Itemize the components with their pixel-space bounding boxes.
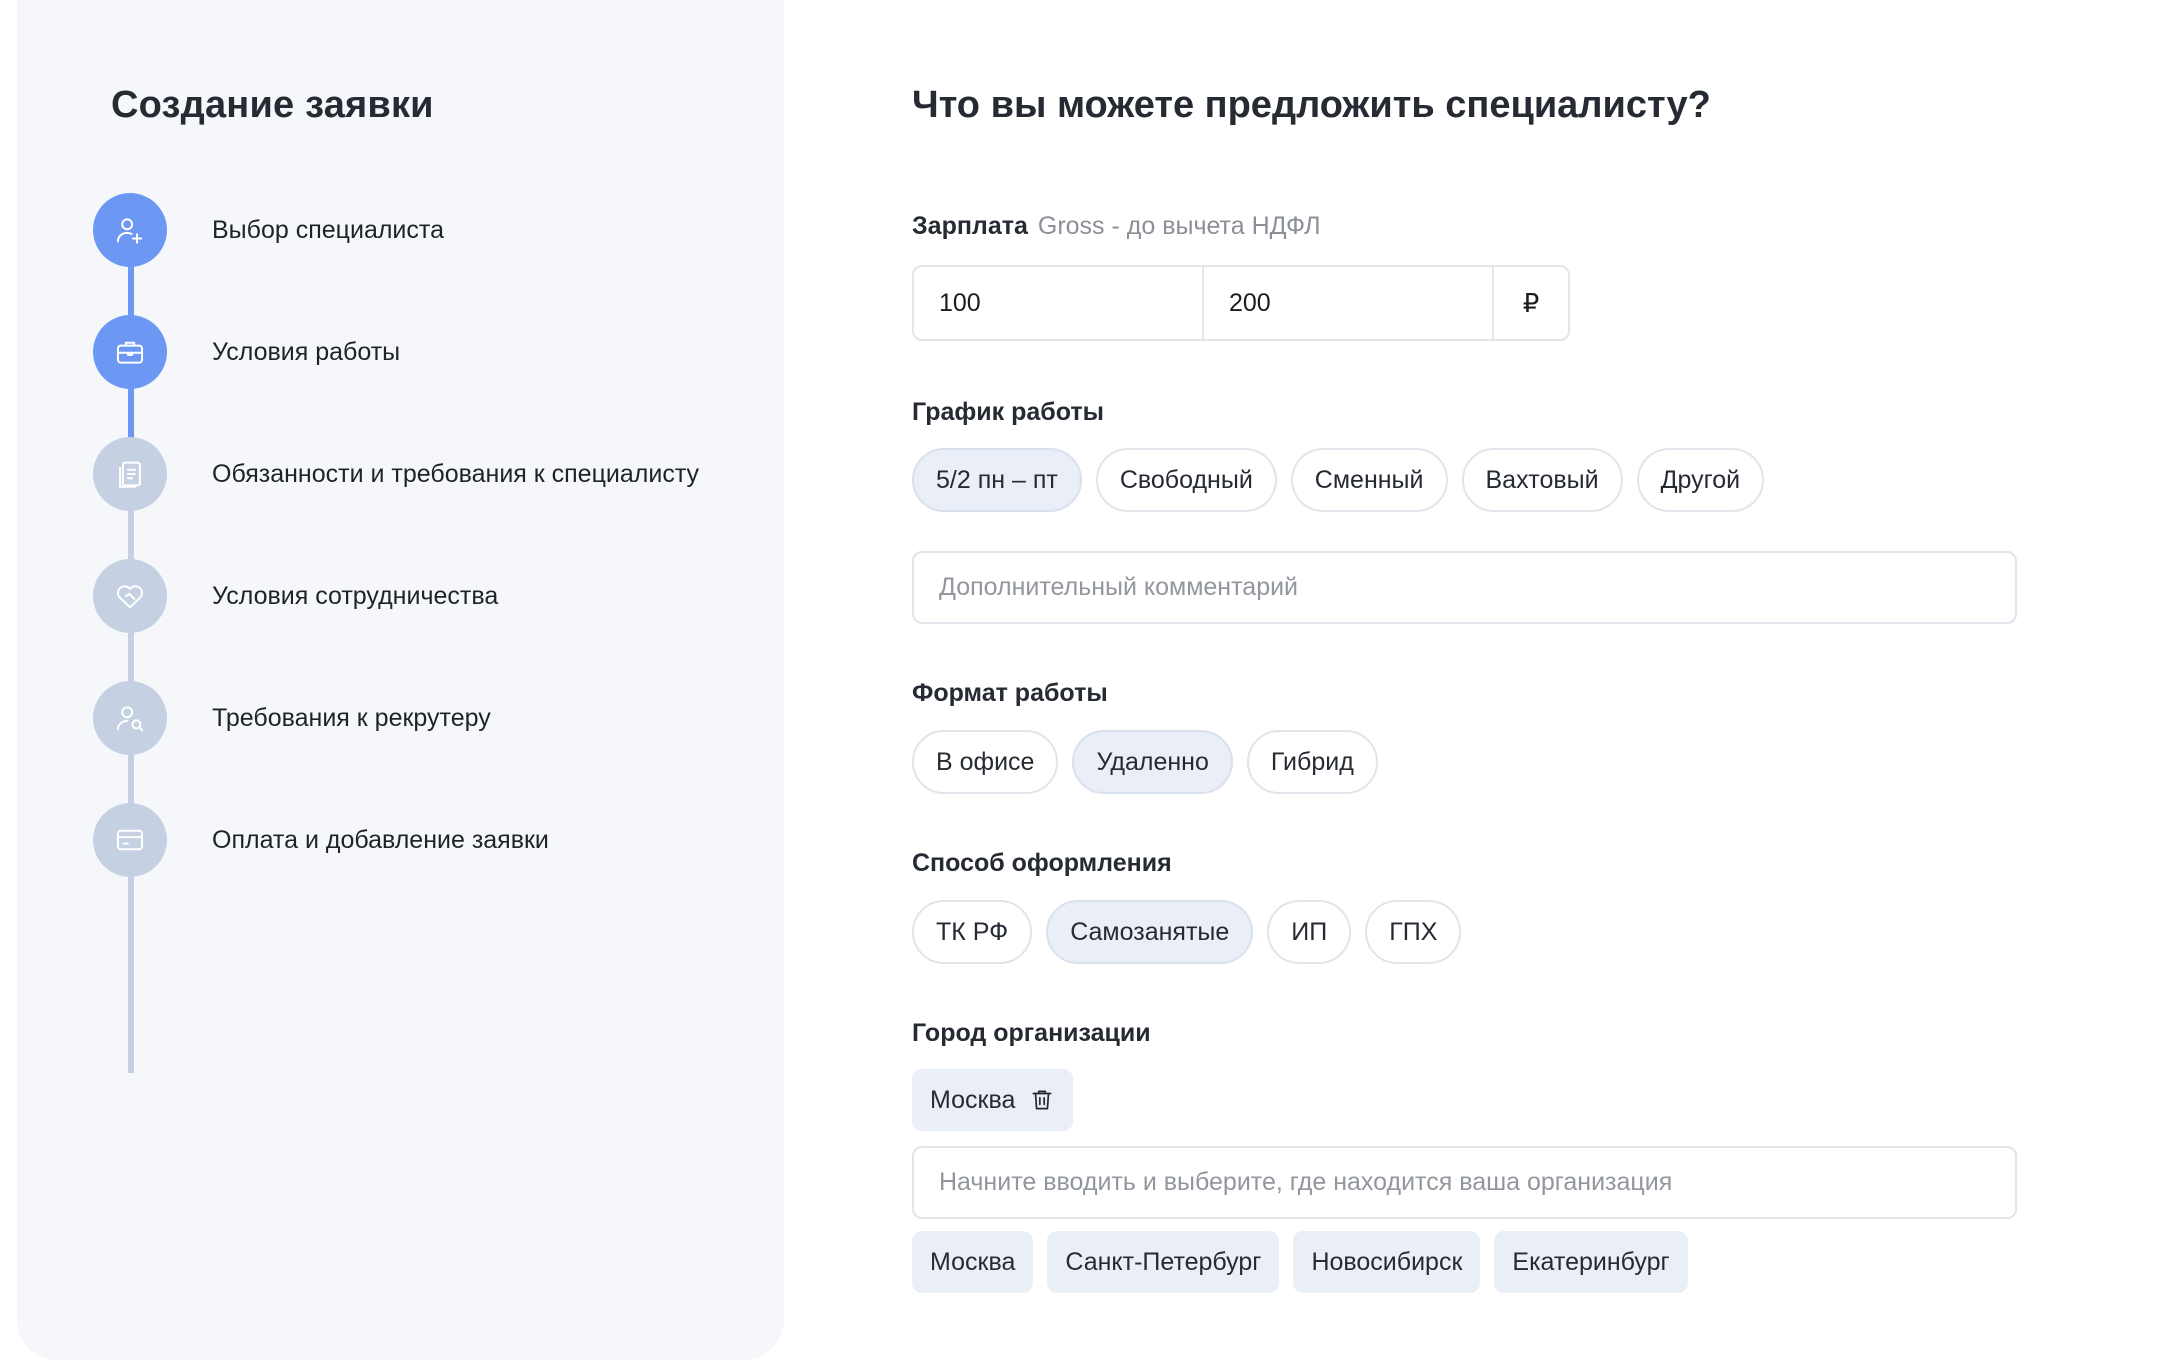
- step-work-conditions[interactable]: Условия работы: [93, 315, 400, 389]
- step-label: Условия сотрудничества: [212, 581, 499, 610]
- format-option-office[interactable]: В офисе: [912, 730, 1059, 794]
- registration-option-ip[interactable]: ИП: [1267, 900, 1352, 964]
- registration-option-gph[interactable]: ГПХ: [1365, 900, 1462, 964]
- city-search-input[interactable]: [912, 1146, 2017, 1219]
- handshake-heart-icon: [93, 559, 167, 633]
- user-search-icon: [93, 681, 167, 755]
- city-suggestion-moscow[interactable]: Москва: [912, 1231, 1034, 1293]
- salary-range-group: ₽: [912, 265, 1570, 341]
- selected-city-name: Москва: [930, 1085, 1016, 1114]
- salary-from-input[interactable]: [914, 267, 1202, 339]
- step-label: Обязанности и требования к специалисту: [212, 459, 700, 488]
- registration-option-labor-code[interactable]: ТК РФ: [912, 900, 1033, 964]
- registration-options: ТК РФ Самозанятые ИП ГПХ: [912, 900, 1462, 964]
- salary-hint: Gross - до вычета НДФЛ: [1037, 212, 1321, 240]
- sidebar-title: Создание заявки: [111, 84, 434, 126]
- trash-icon[interactable]: [1029, 1087, 1055, 1113]
- selected-city-tag: Москва: [912, 1069, 1074, 1131]
- schedule-option-free[interactable]: Свободный: [1095, 448, 1277, 512]
- registration-label: Способ оформления: [912, 849, 1172, 877]
- step-payment[interactable]: Оплата и добавление заявки: [93, 803, 549, 877]
- salary-label: Зарплата Gross - до вычета НДФЛ: [912, 212, 1321, 241]
- city-suggestion-novosibirsk[interactable]: Новосибирск: [1293, 1231, 1481, 1293]
- format-option-remote[interactable]: Удаленно: [1072, 730, 1233, 794]
- currency-ruble-label: ₽: [1522, 287, 1540, 318]
- page-title: Что вы можете предложить специалисту?: [912, 84, 1711, 126]
- city-label: Город организации: [912, 1019, 1151, 1047]
- step-recruiter-requirements[interactable]: Требования к рекрутеру: [93, 681, 491, 755]
- city-suggestion-yekaterinburg[interactable]: Екатеринбург: [1494, 1231, 1688, 1293]
- schedule-option-shift[interactable]: Сменный: [1290, 448, 1448, 512]
- registration-option-self-employed[interactable]: Самозанятые: [1046, 900, 1254, 964]
- work-format-options: В офисе Удаленно Гибрид: [912, 730, 1378, 794]
- briefcase-icon: [93, 315, 167, 389]
- step-label: Условия работы: [212, 337, 401, 366]
- card-icon: [93, 803, 167, 877]
- step-label: Выбор специалиста: [212, 215, 444, 244]
- schedule-option-5-2[interactable]: 5/2 пн – пт: [912, 448, 1082, 512]
- step-specialist-choice[interactable]: Выбор специалиста: [93, 193, 444, 267]
- schedule-option-other[interactable]: Другой: [1636, 448, 1765, 512]
- city-suggestion-spb[interactable]: Санкт-Петербург: [1047, 1231, 1280, 1293]
- clipboard-icon: [93, 437, 167, 511]
- schedule-comment-input[interactable]: [912, 551, 2017, 624]
- step-label: Оплата и добавление заявки: [212, 825, 549, 854]
- salary-to-input[interactable]: [1204, 267, 1492, 339]
- step-duties[interactable]: Обязанности и требования к специалисту: [93, 437, 699, 511]
- salary-label-text: Зарплата: [912, 212, 1028, 240]
- user-plus-icon: [93, 193, 167, 267]
- format-option-hybrid[interactable]: Гибрид: [1246, 730, 1378, 794]
- step-cooperation[interactable]: Условия сотрудничества: [93, 559, 498, 633]
- schedule-label: График работы: [912, 398, 1104, 426]
- schedule-options: 5/2 пн – пт Свободный Сменный Вахтовый Д…: [912, 448, 1765, 512]
- work-format-label: Формат работы: [912, 679, 1108, 707]
- step-label: Требования к рекрутеру: [212, 703, 491, 732]
- schedule-option-rotation[interactable]: Вахтовый: [1461, 448, 1623, 512]
- city-suggestions: Москва Санкт-Петербург Новосибирск Екате…: [912, 1231, 1688, 1293]
